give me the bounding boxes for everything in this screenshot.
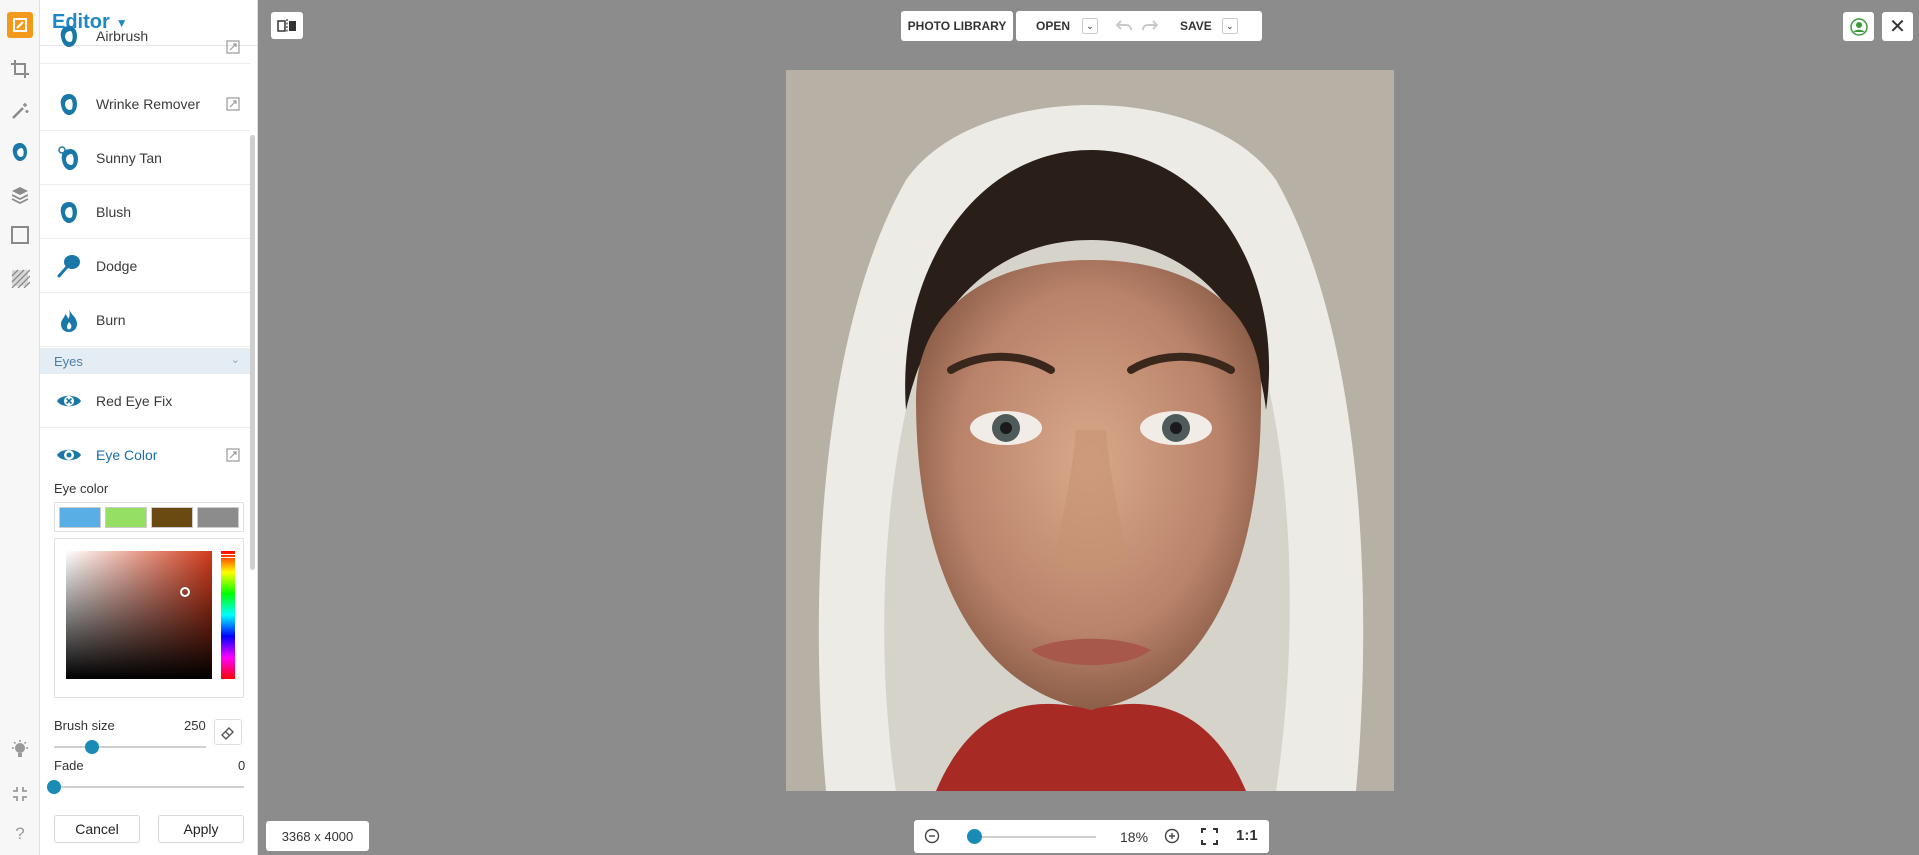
tool-eye-color[interactable]: Eye Color <box>40 428 250 482</box>
zoom-slider[interactable] <box>967 829 1096 844</box>
tool-wrinkle-remover[interactable]: Wrinke Remover <box>40 77 250 131</box>
lightbulb-icon[interactable] <box>8 737 32 761</box>
zoom-slider-handle[interactable] <box>967 829 982 844</box>
logo-icon <box>7 12 33 38</box>
fade-slider[interactable] <box>47 780 244 794</box>
tool-label: Eye Color <box>96 447 158 463</box>
red-eye-fix-icon <box>54 386 84 416</box>
cancel-button[interactable]: Cancel <box>54 815 140 843</box>
save-button[interactable]: SAVE <box>1180 19 1212 33</box>
eraser-button[interactable] <box>214 719 242 745</box>
tool-dodge[interactable]: Dodge <box>40 239 250 293</box>
swatch-brown[interactable] <box>151 507 193 528</box>
close-button[interactable]: ✕ <box>1882 12 1913 41</box>
saturation-value-area[interactable] <box>66 551 212 679</box>
tool-red-eye-fix[interactable]: Red Eye Fix <box>40 374 250 428</box>
frame-icon[interactable] <box>8 223 32 247</box>
face-airbrush-icon <box>54 21 84 51</box>
zoom-out-icon[interactable] <box>924 828 940 849</box>
photo-library-button[interactable]: PHOTO LIBRARY <box>901 11 1013 41</box>
compare-icon <box>277 18 296 33</box>
chevron-down-icon: ⌄ <box>230 354 240 366</box>
tool-label: Red Eye Fix <box>96 392 173 409</box>
tool-label: Airbrush <box>96 27 149 44</box>
fit-screen-icon[interactable] <box>1201 828 1218 850</box>
eraser-icon <box>221 727 234 740</box>
crop-icon[interactable] <box>8 57 32 81</box>
magic-wand-icon[interactable] <box>8 99 32 123</box>
eye-icon <box>54 440 84 470</box>
fade-label: Fade <box>54 758 84 773</box>
close-icon: ✕ <box>1889 16 1906 38</box>
tool-airbrush[interactable]: Airbrush <box>40 22 250 64</box>
open-button[interactable]: OPEN <box>1036 19 1070 33</box>
brush-size-slider-handle[interactable] <box>85 740 99 754</box>
swatch-blue[interactable] <box>59 507 101 528</box>
zoom-in-icon[interactable] <box>1164 828 1180 849</box>
pin-icon[interactable] <box>226 40 240 54</box>
photo-canvas[interactable] <box>786 70 1394 791</box>
dodge-icon <box>54 251 84 281</box>
open-dropdown-chevron-icon[interactable]: ⌄ <box>1082 18 1099 34</box>
panel-scrollbar[interactable] <box>250 135 255 570</box>
save-dropdown-chevron-icon[interactable]: ⌄ <box>1221 18 1238 34</box>
brush-size-label: Brush size <box>54 718 115 733</box>
actual-size-button[interactable]: 1:1 <box>1236 827 1258 844</box>
user-avatar-icon <box>1849 17 1868 36</box>
tool-panel: Editor ▼ Airbrush Wrinke Remover Sunny T… <box>40 0 258 855</box>
redo-icon[interactable] <box>1142 19 1159 34</box>
zoom-bar: 18% 1:1 <box>914 820 1269 853</box>
account-button[interactable] <box>1843 12 1874 41</box>
face-blush-icon <box>54 197 84 227</box>
face-tan-icon <box>54 143 84 173</box>
brush-size-value: 250 <box>184 718 206 733</box>
tool-sunny-tan[interactable]: Sunny Tan <box>40 131 250 185</box>
face-retouch-icon[interactable] <box>8 140 32 164</box>
tool-label: Wrinke Remover <box>96 95 200 112</box>
tool-rail: ? <box>0 0 40 855</box>
tool-label: Blush <box>96 203 132 220</box>
swatch-green[interactable] <box>105 507 147 528</box>
compare-button[interactable] <box>271 12 303 39</box>
zoom-percent: 18% <box>1120 829 1149 845</box>
color-picker <box>54 538 244 698</box>
fade-slider-handle[interactable] <box>47 780 61 794</box>
file-toolbar: OPEN ⌄ SAVE ⌄ <box>1016 11 1262 41</box>
color-picker-handle[interactable] <box>180 587 190 597</box>
section-title: Eyes <box>54 353 83 369</box>
tool-label: Sunny Tan <box>96 149 162 166</box>
eye-color-swatches <box>54 502 244 532</box>
eye-color-label: Eye color <box>54 481 109 496</box>
flame-icon <box>54 305 84 335</box>
photo-library-label: PHOTO LIBRARY <box>907 19 1007 33</box>
hue-slider[interactable] <box>220 551 236 679</box>
texture-icon[interactable] <box>8 266 32 290</box>
help-icon[interactable]: ? <box>8 822 32 846</box>
pin-icon[interactable] <box>226 448 240 462</box>
undo-icon[interactable] <box>1115 19 1133 34</box>
pin-icon[interactable] <box>226 97 240 111</box>
apply-button[interactable]: Apply <box>158 815 244 843</box>
hue-slider-handle[interactable] <box>220 554 236 558</box>
brush-size-slider[interactable] <box>54 740 206 754</box>
app-logo[interactable] <box>0 0 40 50</box>
layers-icon[interactable] <box>8 183 32 207</box>
tool-label: Burn <box>96 311 126 328</box>
face-wrinkle-icon <box>54 89 84 119</box>
fade-value: 0 <box>238 758 246 773</box>
fullscreen-exit-icon[interactable] <box>8 782 32 806</box>
tool-burn[interactable]: Burn <box>40 293 250 347</box>
swatch-gray[interactable] <box>197 507 239 528</box>
tool-label: Dodge <box>96 257 138 274</box>
tool-blush[interactable]: Blush <box>40 185 250 239</box>
image-dimensions: 3368 x 4000 <box>266 821 369 851</box>
section-eyes-header[interactable]: Eyes ⌄ <box>40 348 250 374</box>
